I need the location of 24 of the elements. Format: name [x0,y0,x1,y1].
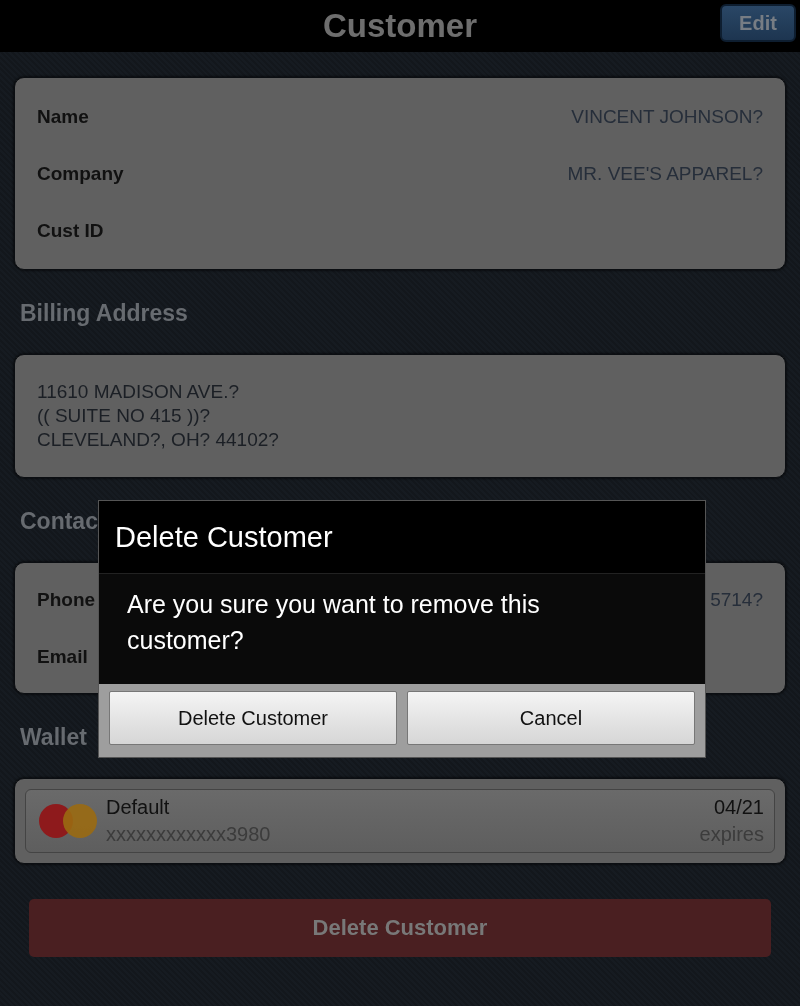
field-label: Name [37,105,89,128]
edit-button[interactable]: Edit [720,4,796,42]
section-heading: Billing Address [20,300,188,327]
field-value: 5714? [710,588,763,611]
field-value: MR. VEE'S APPAREL? [567,162,763,185]
field-label: Cust ID [37,219,104,242]
field-label: Company [37,162,124,185]
section-heading: Wallet [20,724,87,751]
address-line: CLEVELAND?, OH? 44102? [37,428,280,452]
dialog-button[interactable]: Cancel [407,691,695,745]
section-heading: Contac [20,508,98,535]
dialog-title: Delete Customer [99,501,705,574]
field-label: Email [37,645,88,668]
address-line: (( SUITE NO 415 ))? [37,404,212,428]
card-name: Default [106,796,170,819]
field-value: VINCENT JOHNSON? [571,105,763,128]
delete-customer-button[interactable]: Delete Customer [29,899,771,957]
card-logo-icon [38,803,98,839]
field-label: Phone [37,588,96,611]
address-line: 11610 MADISON AVE.? [37,380,241,404]
dialog-button[interactable]: Delete Customer [109,691,397,745]
dialog-message: Are you sure you want to remove this customer? [99,574,705,684]
page-title: Customer [323,7,477,45]
card-expiry: 04/21 [713,796,764,819]
